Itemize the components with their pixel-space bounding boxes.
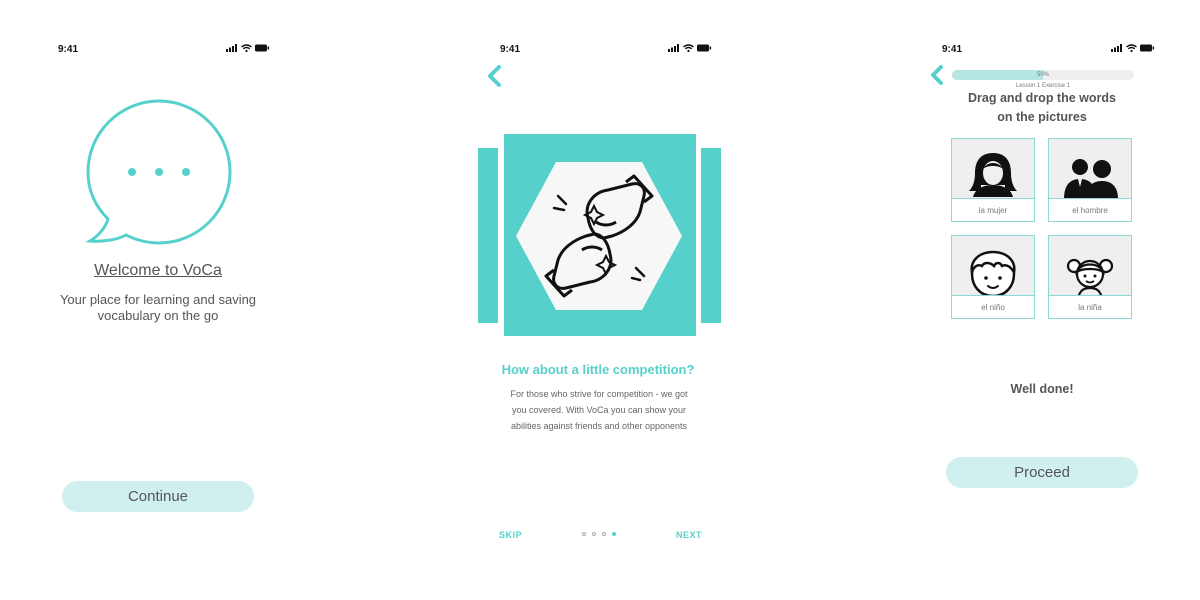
- status-time: 9:41: [58, 44, 79, 55]
- competition-title: How about a little competition?: [501, 362, 695, 377]
- pagination-dot[interactable]: [602, 532, 606, 536]
- pagination-dot-active[interactable]: [612, 532, 616, 536]
- picture-card-man[interactable]: el hombre: [1048, 138, 1132, 222]
- boy-icon: [970, 250, 1016, 298]
- picture-card-boy[interactable]: el niño: [951, 235, 1035, 319]
- description-line-1: For those who strive for competition - w…: [510, 389, 688, 399]
- boxing-gloves-icon: [516, 162, 682, 310]
- signal-icon: [226, 44, 237, 52]
- battery-icon: [255, 44, 270, 52]
- card-label: el hombre: [1049, 198, 1131, 221]
- men-icon: [1064, 159, 1118, 199]
- signal-icon: [668, 44, 679, 52]
- competition-description: For those who strive for competition - w…: [400, 386, 798, 434]
- pagination-dots: [582, 532, 616, 536]
- proceed-button[interactable]: Proceed: [946, 457, 1138, 488]
- pagination-dot[interactable]: [582, 532, 586, 536]
- card-label: la mujer: [952, 198, 1034, 221]
- picture-card-woman[interactable]: la mujer: [951, 138, 1035, 222]
- description-line-3: abilities against friends and other oppo…: [510, 421, 688, 431]
- welcome-subtitle: Your place for learning and saving vocab…: [0, 292, 316, 324]
- status-time: 9:41: [500, 44, 521, 55]
- wifi-icon: [241, 44, 252, 52]
- exercise-instructions: Drag and drop the words on the pictures: [942, 89, 1142, 127]
- wifi-icon: [1126, 44, 1137, 52]
- woman-icon: [969, 153, 1017, 197]
- speech-bubble-icon: [85, 99, 232, 245]
- girl-icon: [1066, 258, 1114, 298]
- card-label: el niño: [952, 295, 1034, 318]
- instructions-line-2: on the pictures: [997, 110, 1087, 124]
- subtitle-line-2: vocabulary on the go: [97, 308, 219, 323]
- signal-icon: [1111, 44, 1122, 52]
- status-icons: [226, 44, 270, 52]
- battery-icon: [697, 44, 712, 52]
- continue-button[interactable]: Continue: [62, 481, 254, 512]
- instructions-line-1: Drag and drop the words: [968, 91, 1116, 105]
- subtitle-line-1: Your place for learning and saving: [59, 292, 257, 307]
- progress-label: 50%: [1036, 72, 1049, 78]
- feedback-message: Well done!: [1010, 382, 1074, 396]
- status-icons: [668, 44, 712, 52]
- battery-icon: [1140, 44, 1155, 52]
- chevron-left-icon[interactable]: [929, 64, 945, 86]
- exercise-screen: 9:41 50% Lesson 1 Exercise 1 Drag and dr…: [800, 0, 1200, 600]
- next-button[interactable]: NEXT: [676, 530, 702, 540]
- card-label: la niña: [1049, 295, 1131, 318]
- status-icons: [1111, 44, 1155, 52]
- description-line-2: you covered. With VoCa you can show your: [511, 405, 687, 415]
- hero-side-panel-left: [478, 148, 498, 323]
- picture-card-girl[interactable]: la niña: [1048, 235, 1132, 319]
- pagination-dot[interactable]: [592, 532, 596, 536]
- welcome-title: Welcome to VoCa: [94, 262, 222, 279]
- hero-side-panel-right: [701, 148, 721, 323]
- welcome-screen: 9:41 Welcome to VoCa Your place for lear…: [0, 0, 400, 600]
- skip-button[interactable]: SKIP: [499, 530, 522, 540]
- wifi-icon: [683, 44, 694, 52]
- competition-screen: 9:41 How about a little competition? For…: [400, 0, 800, 600]
- status-time: 9:41: [942, 44, 963, 55]
- chevron-left-icon[interactable]: [486, 64, 502, 88]
